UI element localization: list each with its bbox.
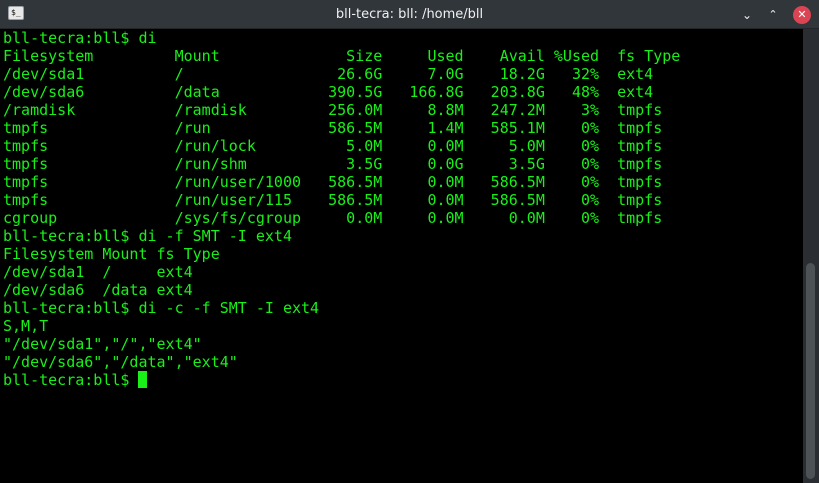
terminal-line-text: S,M,T bbox=[3, 317, 49, 335]
text-cursor bbox=[138, 371, 148, 388]
terminal-line-text: bll-tecra:bll$ bbox=[3, 371, 139, 389]
terminal-line: /dev/sda1 / 26.6G 7.0G 18.2G 32% ext4 bbox=[3, 65, 680, 83]
maximize-icon[interactable]: ⌃ bbox=[764, 6, 782, 24]
terminal-line: bll-tecra:bll$ di -c -f SMT -I ext4 bbox=[3, 299, 680, 317]
terminal-line: /dev/sda1 / ext4 bbox=[3, 263, 680, 281]
terminal-line-text: bll-tecra:bll$ di bbox=[3, 29, 157, 47]
window-title: bll-tecra: bll: /home/bll bbox=[335, 7, 484, 22]
terminal-line-text: Filesystem Mount Size Used Avail %Used f… bbox=[3, 47, 681, 65]
terminal-line-text: Filesystem Mount fs Type bbox=[3, 245, 220, 263]
terminal-line-text: bll-tecra:bll$ di -c -f SMT -I ext4 bbox=[3, 299, 320, 317]
terminal-line-text: "/dev/sda1","/","ext4" bbox=[3, 335, 202, 353]
terminal-line: "/dev/sda6","/data","ext4" bbox=[3, 353, 680, 371]
terminal-line: tmpfs /run/user/115 586.5M 0.0M 586.5M 0… bbox=[3, 191, 680, 209]
terminal-line-text: tmpfs /run/user/1000 586.5M 0.0M 586.5M … bbox=[3, 173, 663, 191]
prompt-line: bll-tecra:bll$ bbox=[3, 371, 680, 389]
terminal-line: tmpfs /run/user/1000 586.5M 0.0M 586.5M … bbox=[3, 173, 680, 191]
terminal-line-text: cgroup /sys/fs/cgroup 0.0M 0.0M 0.0M 0% … bbox=[3, 209, 663, 227]
close-icon[interactable]: ✕ bbox=[793, 6, 811, 24]
terminal-line: S,M,T bbox=[3, 317, 680, 335]
terminal-line: "/dev/sda1","/","ext4" bbox=[3, 335, 680, 353]
title-bar[interactable]: $_ bll-tecra: bll: /home/bll ⌄ ⌃ ✕ bbox=[0, 0, 819, 29]
minimize-icon[interactable]: ⌄ bbox=[738, 6, 756, 24]
terminal-text: bll-tecra:bll$ di Filesystem Mount Size U… bbox=[3, 29, 680, 389]
terminal-line-text: tmpfs /run/user/115 586.5M 0.0M 586.5M 0… bbox=[3, 191, 663, 209]
terminal-line-text: /dev/sda1 / 26.6G 7.0G 18.2G 32% ext4 bbox=[3, 65, 654, 83]
terminal-line: cgroup /sys/fs/cgroup 0.0M 0.0M 0.0M 0% … bbox=[3, 209, 680, 227]
terminal-line: tmpfs /run 586.5M 1.4M 585.1M 0% tmpfs bbox=[3, 119, 680, 137]
terminal-line-text: /dev/sda1 / ext4 bbox=[3, 263, 193, 281]
terminal-line: tmpfs /run/shm 3.5G 0.0G 3.5G 0% tmpfs bbox=[3, 155, 680, 173]
terminal-output[interactable]: bll-tecra:bll$ di Filesystem Mount Size U… bbox=[0, 29, 803, 483]
terminal-line-text: tmpfs /run 586.5M 1.4M 585.1M 0% tmpfs bbox=[3, 119, 663, 137]
terminal-line: Filesystem Mount fs Type bbox=[3, 245, 680, 263]
terminal-line: tmpfs /run/lock 5.0M 0.0M 5.0M 0% tmpfs bbox=[3, 137, 680, 155]
terminal-window: $_ bll-tecra: bll: /home/bll ⌄ ⌃ ✕ bll-t… bbox=[0, 0, 819, 483]
terminal-line-text: tmpfs /run/lock 5.0M 0.0M 5.0M 0% tmpfs bbox=[3, 137, 663, 155]
terminal-line: /dev/sda6 /data 390.5G 166.8G 203.8G 48%… bbox=[3, 83, 680, 101]
terminal-line-text: tmpfs /run/shm 3.5G 0.0G 3.5G 0% tmpfs bbox=[3, 155, 663, 173]
scrollbar-thumb[interactable] bbox=[806, 263, 815, 479]
terminal-line-text: "/dev/sda6","/data","ext4" bbox=[3, 353, 238, 371]
terminal-line-text: /ramdisk /ramdisk 256.0M 8.8M 247.2M 3% … bbox=[3, 101, 663, 119]
terminal-line: /ramdisk /ramdisk 256.0M 8.8M 247.2M 3% … bbox=[3, 101, 680, 119]
vertical-scrollbar[interactable] bbox=[803, 29, 819, 483]
terminal-line: Filesystem Mount Size Used Avail %Used f… bbox=[3, 47, 680, 65]
terminal-line-text: bll-tecra:bll$ di -f SMT -I ext4 bbox=[3, 227, 292, 245]
terminal-line-text: /dev/sda6 /data 390.5G 166.8G 203.8G 48%… bbox=[3, 83, 654, 101]
terminal-line: bll-tecra:bll$ di -f SMT -I ext4 bbox=[3, 227, 680, 245]
terminal-line: /dev/sda6 /data ext4 bbox=[3, 281, 680, 299]
terminal-line-text: /dev/sda6 /data ext4 bbox=[3, 281, 193, 299]
terminal-line: bll-tecra:bll$ di bbox=[3, 29, 680, 47]
